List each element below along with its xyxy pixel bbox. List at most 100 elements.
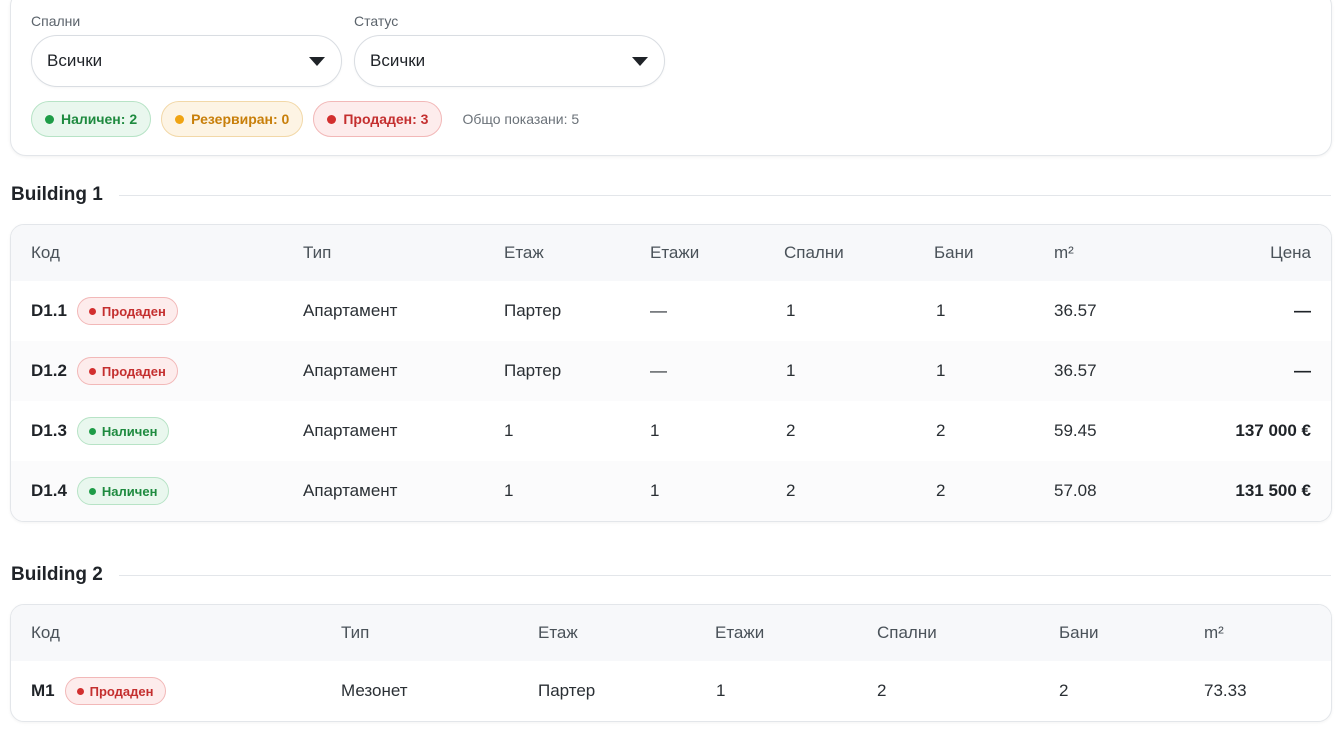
unit-floor: Партер — [504, 361, 562, 380]
col-area: m² — [1054, 243, 1074, 262]
unit-floors: 1 — [650, 481, 660, 500]
col-floors: Етажи — [715, 623, 765, 642]
available-chip[interactable]: Наличен: 2 — [31, 101, 152, 137]
status-badge-label: Продаден — [101, 363, 166, 379]
unit-baths: 2 — [936, 421, 946, 440]
chevron-down-icon — [309, 56, 325, 66]
table-header: Код Тип Етаж Етажи Спални Бани m² Цена — [11, 225, 1331, 281]
table-row[interactable]: D1.1 Продаден Апартамент Партер — 1 1 36… — [11, 281, 1331, 341]
unit-floor: 1 — [504, 421, 514, 440]
chevron-down-icon — [632, 56, 648, 66]
status-select[interactable]: Всички — [354, 35, 665, 87]
building-1-heading: Building 1 — [11, 184, 1331, 206]
filters-panel: Спални Всички Статус Всички Наличен: 2 Р… — [10, 0, 1332, 156]
unit-area: 57.08 — [1054, 481, 1097, 500]
col-baths: Бани — [934, 243, 974, 262]
col-type: Тип — [341, 623, 370, 642]
unit-type: Апартамент — [303, 301, 398, 320]
unit-baths: 2 — [1059, 681, 1069, 700]
unit-baths: 1 — [936, 361, 946, 380]
section-title: Building 2 — [11, 564, 103, 585]
status-badge: Наличен — [76, 417, 170, 445]
bedrooms-select[interactable]: Всички — [31, 35, 342, 87]
reserved-chip-label: Резервиран: 0 — [191, 111, 290, 127]
status-dot-icon — [88, 367, 96, 375]
col-area: m² — [1204, 623, 1224, 642]
col-price: Цена — [1270, 243, 1311, 262]
status-badge-label: Наличен — [101, 483, 158, 499]
unit-bedrooms: 1 — [786, 301, 796, 320]
available-chip-label: Наличен: 2 — [61, 111, 138, 127]
unit-floor: 1 — [504, 481, 514, 500]
unit-price: — — [1294, 361, 1311, 380]
reserved-chip[interactable]: Резервиран: 0 — [161, 101, 304, 137]
divider — [118, 194, 1331, 196]
unit-area: 59.45 — [1054, 421, 1097, 440]
unit-type: Апартамент — [303, 361, 398, 380]
unit-code-text: M1 — [31, 681, 55, 700]
unit-code-text: D1.2 — [31, 361, 67, 380]
table-row[interactable]: D1.2 Продаден Апартамент Партер — 1 1 36… — [11, 341, 1331, 401]
unit-floors: — — [650, 361, 667, 380]
unit-code: D1.2 Продаден — [31, 357, 178, 385]
status-filter-label: Статус — [354, 13, 399, 29]
building-2-heading: Building 2 — [11, 564, 1331, 586]
col-type: Тип — [303, 243, 332, 262]
bedrooms-filter: Спални Всички — [31, 13, 342, 87]
col-bedrooms: Спални — [784, 243, 844, 262]
status-dot-icon — [88, 307, 96, 315]
col-code: Код — [31, 243, 60, 262]
unit-area: 73.33 — [1204, 681, 1247, 700]
col-floor: Етаж — [504, 243, 544, 262]
table-row[interactable]: D1.3 Наличен Апартамент 1 1 2 2 59.45 13… — [11, 401, 1331, 461]
status-badge: Продаден — [76, 297, 178, 325]
status-summary: Наличен: 2 Резервиран: 0 Продаден: 3 Общ… — [31, 101, 579, 137]
unit-floors: — — [650, 301, 667, 320]
total-shown: Общо показани: 5 — [462, 111, 580, 127]
unit-bedrooms: 2 — [786, 481, 796, 500]
unit-price: — — [1294, 301, 1311, 320]
unit-type: Апартамент — [303, 421, 398, 440]
status-badge: Продаден — [64, 677, 166, 705]
building-1-table: Код Тип Етаж Етажи Спални Бани m² Цена D… — [10, 224, 1332, 522]
unit-baths: 2 — [936, 481, 946, 500]
unit-bedrooms: 1 — [786, 361, 796, 380]
unit-area: 36.57 — [1054, 301, 1097, 320]
col-floors: Етажи — [650, 243, 700, 262]
status-badge-label: Продаден — [89, 683, 154, 699]
col-bedrooms: Спални — [877, 623, 937, 642]
unit-type: Апартамент — [303, 481, 398, 500]
unit-code: D1.3 Наличен — [31, 417, 170, 445]
status-dot-icon — [88, 427, 96, 435]
unit-price: 131 500 € — [1235, 481, 1311, 500]
status-badge-label: Продаден — [101, 303, 166, 319]
building-2-table: Код Тип Етаж Етажи Спални Бани m² M1 Про… — [10, 604, 1332, 722]
bedrooms-select-value: Всички — [47, 51, 103, 70]
col-floor: Етаж — [538, 623, 578, 642]
status-dot-icon — [88, 487, 96, 495]
status-dot-icon — [45, 114, 54, 124]
status-dot-icon — [175, 114, 185, 124]
status-dot-icon — [76, 687, 84, 695]
unit-floor: Партер — [504, 301, 562, 320]
sold-chip-label: Продаден: 3 — [343, 111, 429, 127]
status-dot-icon — [327, 114, 337, 124]
unit-code-text: D1.1 — [31, 301, 67, 320]
sold-chip[interactable]: Продаден: 3 — [313, 101, 443, 137]
unit-floors: 1 — [716, 681, 726, 700]
unit-type: Мезонет — [341, 681, 408, 700]
unit-code-text: D1.4 — [31, 481, 67, 500]
divider — [118, 574, 1331, 576]
bedrooms-filter-label: Спални — [31, 13, 81, 29]
section-title: Building 1 — [11, 184, 103, 205]
unit-code-text: D1.3 — [31, 421, 67, 440]
table-row[interactable]: M1 Продаден Мезонет Партер 1 2 2 73.33 — [11, 661, 1331, 721]
col-code: Код — [31, 623, 60, 642]
unit-code: M1 Продаден — [31, 677, 166, 705]
table-header: Код Тип Етаж Етажи Спални Бани m² — [11, 605, 1331, 661]
unit-floors: 1 — [650, 421, 660, 440]
unit-bedrooms: 2 — [877, 681, 887, 700]
table-row[interactable]: D1.4 Наличен Апартамент 1 1 2 2 57.08 13… — [11, 461, 1331, 521]
unit-area: 36.57 — [1054, 361, 1097, 380]
unit-floor: Партер — [538, 681, 596, 700]
